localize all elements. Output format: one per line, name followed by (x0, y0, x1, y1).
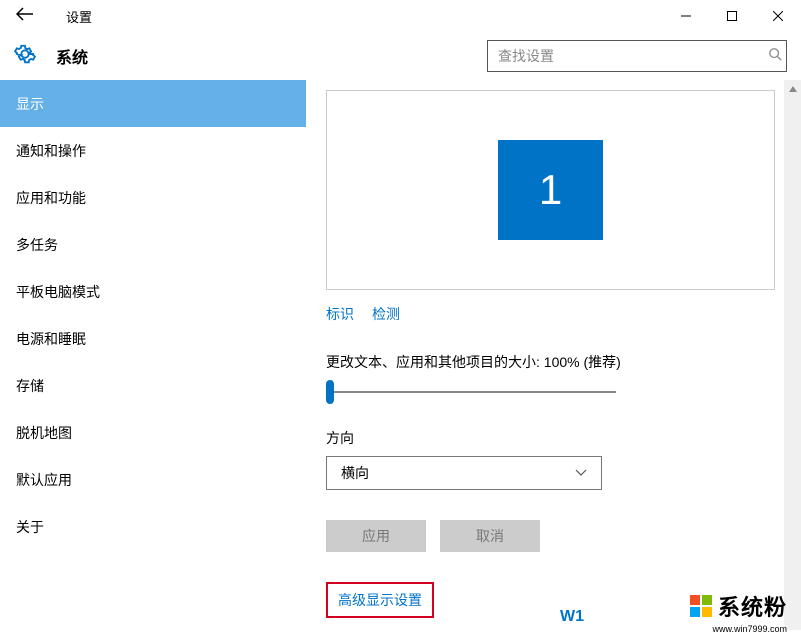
advanced-display-link[interactable]: 高级显示设置 (338, 592, 422, 608)
monitor-tile[interactable]: 1 (498, 140, 603, 240)
sidebar-item-label: 平板电脑模式 (16, 282, 100, 302)
sidebar-item-label: 存储 (16, 376, 44, 396)
maximize-button[interactable] (709, 0, 755, 32)
w1-watermark: W1 (560, 608, 584, 626)
cancel-button[interactable]: 取消 (440, 520, 540, 552)
scale-label: 更改文本、应用和其他项目的大小: 100% (推荐) (326, 352, 775, 372)
titlebar: 设置 (0, 0, 801, 32)
section-title: 系统 (56, 44, 88, 68)
content: 1 标识 检测 更改文本、应用和其他项目的大小: 100% (推荐) 方向 横向… (306, 80, 801, 630)
monitor-number: 1 (539, 166, 562, 214)
header: 系统 查找设置 (0, 32, 801, 80)
apply-button[interactable]: 应用 (326, 520, 426, 552)
search-icon (768, 47, 782, 66)
close-button[interactable] (755, 0, 801, 32)
window-title: 设置 (66, 7, 92, 26)
back-button[interactable] (10, 5, 40, 28)
window-controls (663, 0, 801, 32)
vertical-scrollbar[interactable] (784, 80, 801, 630)
gear-icon (14, 43, 36, 70)
windows-logo-icon (690, 595, 712, 617)
orientation-label: 方向 (326, 428, 775, 448)
scale-slider[interactable] (326, 382, 616, 402)
body: 显示 通知和操作 应用和功能 多任务 平板电脑模式 电源和睡眠 存储 脱机地图 … (0, 80, 801, 630)
search-input[interactable]: 查找设置 (487, 40, 787, 72)
orientation-select[interactable]: 横向 (326, 456, 602, 490)
sidebar-item-multitask[interactable]: 多任务 (0, 221, 306, 268)
sidebar-item-label: 关于 (16, 517, 44, 537)
slider-track (326, 391, 616, 393)
chevron-down-icon (575, 466, 587, 480)
sidebar-item-label: 默认应用 (16, 470, 72, 490)
sidebar-item-defaultapps[interactable]: 默认应用 (0, 456, 306, 503)
sidebar-item-notifications[interactable]: 通知和操作 (0, 127, 306, 174)
titlebar-left: 设置 (10, 5, 92, 28)
sidebar-item-about[interactable]: 关于 (0, 503, 306, 550)
link-row: 标识 检测 (326, 304, 775, 324)
header-left: 系统 (14, 43, 88, 70)
detect-link[interactable]: 检测 (372, 304, 400, 324)
sidebar-item-offlinemaps[interactable]: 脱机地图 (0, 409, 306, 456)
sidebar-item-storage[interactable]: 存储 (0, 362, 306, 409)
search-placeholder: 查找设置 (498, 46, 554, 66)
orientation-value: 横向 (341, 463, 369, 483)
sidebar: 显示 通知和操作 应用和功能 多任务 平板电脑模式 电源和睡眠 存储 脱机地图 … (0, 80, 306, 630)
watermark-text: 系统粉 (718, 590, 787, 622)
scroll-up-icon[interactable] (784, 80, 801, 97)
sidebar-item-power[interactable]: 电源和睡眠 (0, 315, 306, 362)
watermark: 系统粉 (690, 590, 787, 622)
slider-thumb[interactable] (326, 380, 334, 404)
sidebar-item-label: 脱机地图 (16, 423, 72, 443)
identify-link[interactable]: 标识 (326, 304, 354, 324)
watermark-url: www.win7999.com (712, 624, 787, 634)
display-preview: 1 (326, 90, 775, 290)
sidebar-item-label: 通知和操作 (16, 141, 86, 161)
button-row: 应用 取消 (326, 520, 775, 552)
sidebar-item-label: 应用和功能 (16, 188, 86, 208)
sidebar-item-label: 电源和睡眠 (16, 329, 86, 349)
sidebar-item-apps[interactable]: 应用和功能 (0, 174, 306, 221)
sidebar-item-tablet[interactable]: 平板电脑模式 (0, 268, 306, 315)
minimize-button[interactable] (663, 0, 709, 32)
sidebar-item-label: 多任务 (16, 235, 58, 255)
sidebar-item-display[interactable]: 显示 (0, 80, 306, 127)
advanced-link-highlight: 高级显示设置 (326, 582, 434, 618)
sidebar-item-label: 显示 (16, 94, 44, 114)
